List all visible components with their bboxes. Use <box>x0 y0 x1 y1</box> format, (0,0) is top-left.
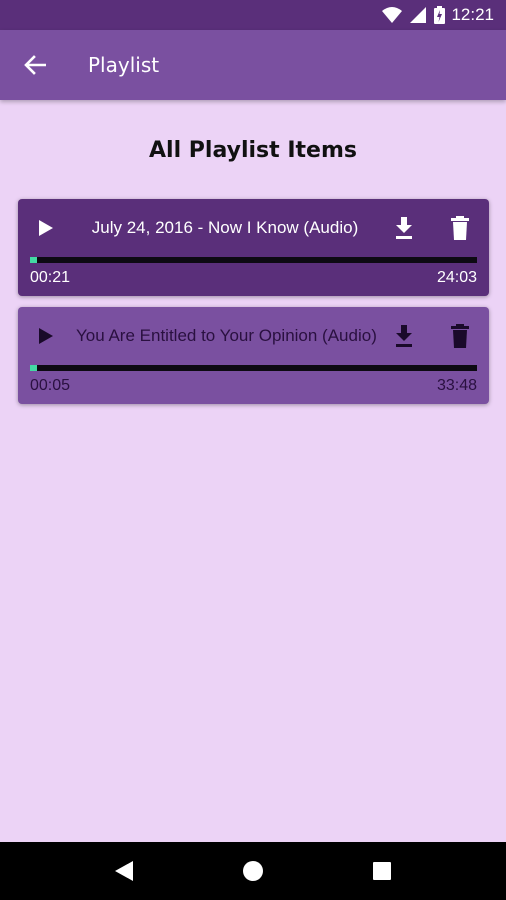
progress-fill <box>30 257 37 263</box>
playlist-item-row: You Are Entitled to Your Opinion (Audio) <box>18 307 489 365</box>
status-time: 12:21 <box>451 5 494 24</box>
track-title: You Are Entitled to Your Opinion (Audio) <box>76 326 376 345</box>
page-title: Playlist <box>88 53 160 77</box>
arrow-left-icon <box>24 55 46 75</box>
track-title: July 24, 2016 - Now I Know (Audio) <box>91 218 359 237</box>
download-button[interactable] <box>376 307 432 365</box>
playlist-item[interactable]: You Are Entitled to Your Opinion (Audio)… <box>18 307 489 404</box>
system-back-button[interactable] <box>94 842 154 900</box>
progress-bar[interactable] <box>30 257 477 263</box>
delete-button[interactable] <box>432 307 488 365</box>
system-recents-button[interactable] <box>352 842 412 900</box>
trash-icon <box>451 216 469 240</box>
battery-icon <box>434 6 446 24</box>
playlist-item-row: July 24, 2016 - Now I Know (Audio) <box>18 199 489 257</box>
trash-icon <box>451 324 469 348</box>
elapsed-time: 00:05 <box>30 377 71 394</box>
play-icon <box>39 220 53 236</box>
system-nav-bar <box>0 842 506 900</box>
play-icon <box>39 328 53 344</box>
back-triangle-icon <box>115 861 134 881</box>
download-button[interactable] <box>376 199 432 257</box>
play-button[interactable] <box>18 199 74 257</box>
total-duration: 33:48 <box>436 377 477 394</box>
wifi-icon <box>382 7 403 23</box>
system-home-button[interactable] <box>223 842 283 900</box>
progress-fill <box>30 365 37 371</box>
total-duration: 24:03 <box>436 269 477 286</box>
playlist-item[interactable]: July 24, 2016 - Now I Know (Audio) 00:21… <box>18 199 489 296</box>
recents-square-icon <box>372 862 391 880</box>
status-icons <box>382 6 446 24</box>
status-bar: 12:21 <box>0 0 506 30</box>
elapsed-time: 00:21 <box>30 269 71 286</box>
progress-bar[interactable] <box>30 365 477 371</box>
download-icon <box>396 325 412 347</box>
cellular-signal-icon <box>410 7 427 23</box>
back-button[interactable] <box>0 30 70 100</box>
app-bar: Playlist <box>0 30 506 100</box>
delete-button[interactable] <box>432 199 488 257</box>
playlist-heading: All Playlist Items <box>149 138 357 163</box>
home-circle-icon <box>242 861 263 881</box>
download-icon <box>396 217 412 239</box>
play-button[interactable] <box>18 307 74 365</box>
